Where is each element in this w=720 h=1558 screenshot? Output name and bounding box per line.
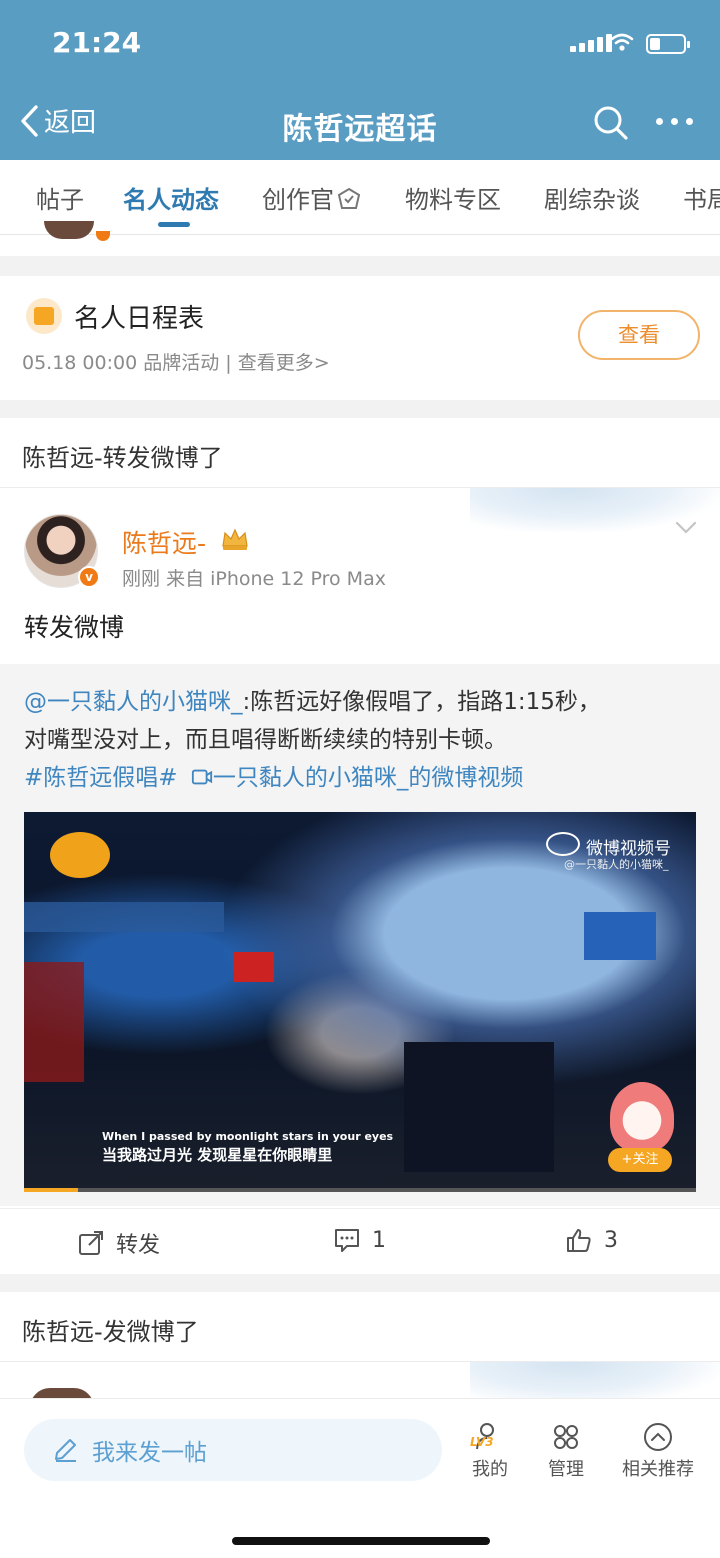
like-button[interactable]: 3 bbox=[566, 1227, 618, 1253]
tab-active-indicator bbox=[158, 222, 190, 227]
tab-creator-label: 创作官 bbox=[262, 186, 334, 214]
video-link[interactable]: 一只黏人的小猫咪_的微博视频 bbox=[213, 765, 524, 791]
search-icon[interactable] bbox=[592, 104, 630, 142]
repost-line-3: #陈哲远假唱# 一只黏人的小猫咪_的微博视频 bbox=[24, 758, 523, 792]
chevron-down-icon[interactable] bbox=[674, 520, 698, 536]
section-header: 陈哲远-转发微博了 bbox=[0, 418, 720, 488]
sticker-image bbox=[610, 1082, 674, 1152]
tab-me-label: 我的 bbox=[472, 1459, 508, 1480]
sponsor-logo bbox=[234, 952, 274, 982]
comment-count: 1 bbox=[372, 1227, 386, 1253]
header: 21:24 返回 陈哲远超话 bbox=[0, 0, 720, 160]
video-follow-button[interactable]: +关注 bbox=[608, 1148, 672, 1172]
tab-recommended[interactable]: 相关推荐 bbox=[610, 1421, 706, 1481]
like-count: 3 bbox=[604, 1227, 618, 1253]
tab-manage-label: 管理 bbox=[548, 1459, 584, 1480]
schedule-date: 05.18 00:00 bbox=[22, 352, 138, 374]
celebrity-schedule-card[interactable]: 名人日程表 05.18 00:00 品牌活动 | 查看更多> 查看 bbox=[0, 276, 720, 400]
repost-button[interactable]: 转发 bbox=[78, 1227, 160, 1259]
repost-label: 转发 bbox=[116, 1233, 161, 1258]
comment-icon bbox=[335, 1229, 359, 1252]
schedule-divider: | bbox=[225, 352, 232, 374]
post-username[interactable]: 陈哲远- bbox=[122, 524, 206, 560]
sponsor-logo bbox=[584, 912, 656, 960]
video-subtitle-zh: 当我路过月光 发现星星在你眼睛里 bbox=[102, 1146, 333, 1164]
calendar-icon bbox=[26, 298, 62, 334]
weibo-logo-icon bbox=[546, 832, 580, 856]
view-schedule-button[interactable]: 查看 bbox=[578, 310, 700, 360]
tab-materials[interactable]: 物料专区 bbox=[405, 180, 501, 215]
channel-logo-icon bbox=[50, 832, 110, 878]
comment-button[interactable]: 1 bbox=[334, 1227, 386, 1253]
crown-icon bbox=[222, 528, 248, 550]
more-options-icon[interactable] bbox=[656, 118, 693, 125]
section-header: 陈哲远-发微博了 bbox=[0, 1292, 720, 1362]
tab-posts[interactable]: 帖子 bbox=[36, 180, 84, 215]
schedule-more-link[interactable]: 查看更多> bbox=[238, 352, 330, 374]
verified-badge-icon: v bbox=[78, 566, 100, 588]
nav-bar: 返回 陈哲远超话 bbox=[0, 92, 720, 154]
video-link-icon bbox=[191, 769, 212, 785]
schedule-category: 品牌活动 bbox=[143, 352, 220, 374]
stage-platform bbox=[404, 1042, 554, 1172]
badge-icon bbox=[337, 187, 361, 209]
tab-bar: 帖子 名人动态 创作官 物料专区 剧综杂谈 书局 bbox=[0, 160, 720, 234]
bottom-bar: 我来发一帖 LV3 我的 管理 相关推荐 bbox=[0, 1398, 720, 1558]
weibo-post: v 陈哲远- 刚刚 来自 iPhone 12 Pro Max 转发微博 @一只黏… bbox=[0, 488, 720, 1274]
battery-icon bbox=[646, 34, 690, 54]
home-indicator[interactable] bbox=[232, 1537, 490, 1545]
level-badge: LV3 bbox=[470, 1435, 494, 1449]
wifi-icon bbox=[610, 33, 634, 51]
signal-icon bbox=[570, 34, 612, 52]
video-progress-fill bbox=[24, 1188, 78, 1192]
hashtag-link[interactable]: #陈哲远假唱# bbox=[24, 765, 178, 791]
video-progress-bar[interactable] bbox=[24, 1188, 696, 1192]
verified-badge-icon bbox=[96, 231, 110, 241]
grid-icon bbox=[554, 1425, 578, 1449]
app-screen: 21:24 返回 陈哲远超话 帖子 名人动态 创作官 物料专区 剧综杂谈 书局 … bbox=[0, 0, 720, 1558]
stage-screen bbox=[24, 902, 224, 932]
tab-bookstore[interactable]: 书局 bbox=[683, 180, 720, 215]
video-watermark-sub: @一只黏人的小猫咪_ bbox=[564, 858, 669, 871]
post-source: 来自 iPhone 12 Pro Max bbox=[166, 568, 386, 590]
weibo-post-next bbox=[0, 1362, 720, 1408]
avatar bbox=[44, 221, 94, 239]
tab-drama-variety[interactable]: 剧综杂谈 bbox=[544, 180, 640, 215]
tab-celebrity-updates[interactable]: 名人动态 bbox=[123, 180, 219, 215]
pencil-icon bbox=[55, 1439, 76, 1462]
post-time: 刚刚 bbox=[122, 568, 161, 590]
post-actions: 转发 1 3 bbox=[0, 1208, 720, 1274]
repost-text-1: :陈哲远好像假唱了，指路1:15秒， bbox=[242, 689, 601, 715]
schedule-meta: 05.18 00:00 品牌活动 | 查看更多> bbox=[22, 348, 330, 375]
tab-recommended-label: 相关推荐 bbox=[622, 1459, 694, 1480]
status-time: 21:24 bbox=[52, 26, 142, 59]
schedule-title: 名人日程表 bbox=[74, 304, 205, 334]
chevron-up-circle-icon bbox=[644, 1423, 672, 1451]
stage-screen bbox=[24, 962, 84, 1082]
share-icon bbox=[79, 1231, 103, 1255]
previous-post-strip bbox=[0, 221, 720, 256]
compose-post-button[interactable]: 我来发一帖 bbox=[24, 1419, 442, 1481]
section-title: 陈哲远-发微博了 bbox=[22, 1318, 199, 1346]
video-subtitle-en: When I passed by moonlight stars in your… bbox=[102, 1130, 394, 1143]
repost-block[interactable]: @一只黏人的小猫咪_:陈哲远好像假唱了，指路1:15秒， 对嘴型没对上，而且唱得… bbox=[0, 664, 720, 1206]
status-bar: 21:24 bbox=[0, 26, 720, 62]
mention-link[interactable]: @一只黏人的小猫咪_ bbox=[24, 689, 243, 715]
thumbs-up-icon bbox=[567, 1229, 591, 1252]
repost-line-2: 对嘴型没对上，而且唱得断断续续的特别卡顿。 bbox=[24, 727, 507, 753]
post-meta: 刚刚 来自 iPhone 12 Pro Max bbox=[122, 564, 386, 591]
section-title: 陈哲远-转发微博了 bbox=[22, 444, 223, 472]
tab-manage[interactable]: 管理 bbox=[518, 1421, 614, 1481]
repost-line-1: @一只黏人的小猫咪_:陈哲远好像假唱了，指路1:15秒， bbox=[24, 682, 601, 716]
post-text: 转发微博 bbox=[24, 613, 125, 642]
compose-placeholder: 我来发一帖 bbox=[92, 1440, 207, 1466]
video-player[interactable]: 微博视频号 @一只黏人的小猫咪_ When I passed by moonli… bbox=[24, 812, 696, 1192]
tab-creator[interactable]: 创作官 bbox=[262, 180, 362, 215]
